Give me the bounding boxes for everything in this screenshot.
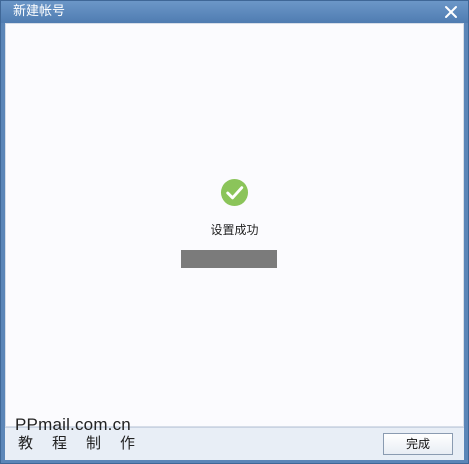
progress-bar <box>181 250 277 268</box>
check-circle-icon <box>220 178 249 207</box>
new-account-dialog: 新建帐号 设置成功 完成 PPmail.com.cn 教程制作 <box>0 0 469 464</box>
watermark-site: PPmail.com.cn <box>15 415 131 434</box>
watermark: PPmail.com.cn 教程制作 <box>15 391 175 455</box>
title-bar[interactable]: 新建帐号 <box>1 1 468 23</box>
close-button[interactable] <box>442 3 460 21</box>
finish-button[interactable]: 完成 <box>383 433 453 455</box>
status-message: 设置成功 <box>210 223 259 237</box>
close-icon <box>445 6 457 18</box>
watermark-caption: 教程制作 <box>18 435 155 452</box>
progress-fill <box>181 250 277 268</box>
main-content: 设置成功 <box>5 23 464 427</box>
window-title: 新建帐号 <box>13 4 66 19</box>
